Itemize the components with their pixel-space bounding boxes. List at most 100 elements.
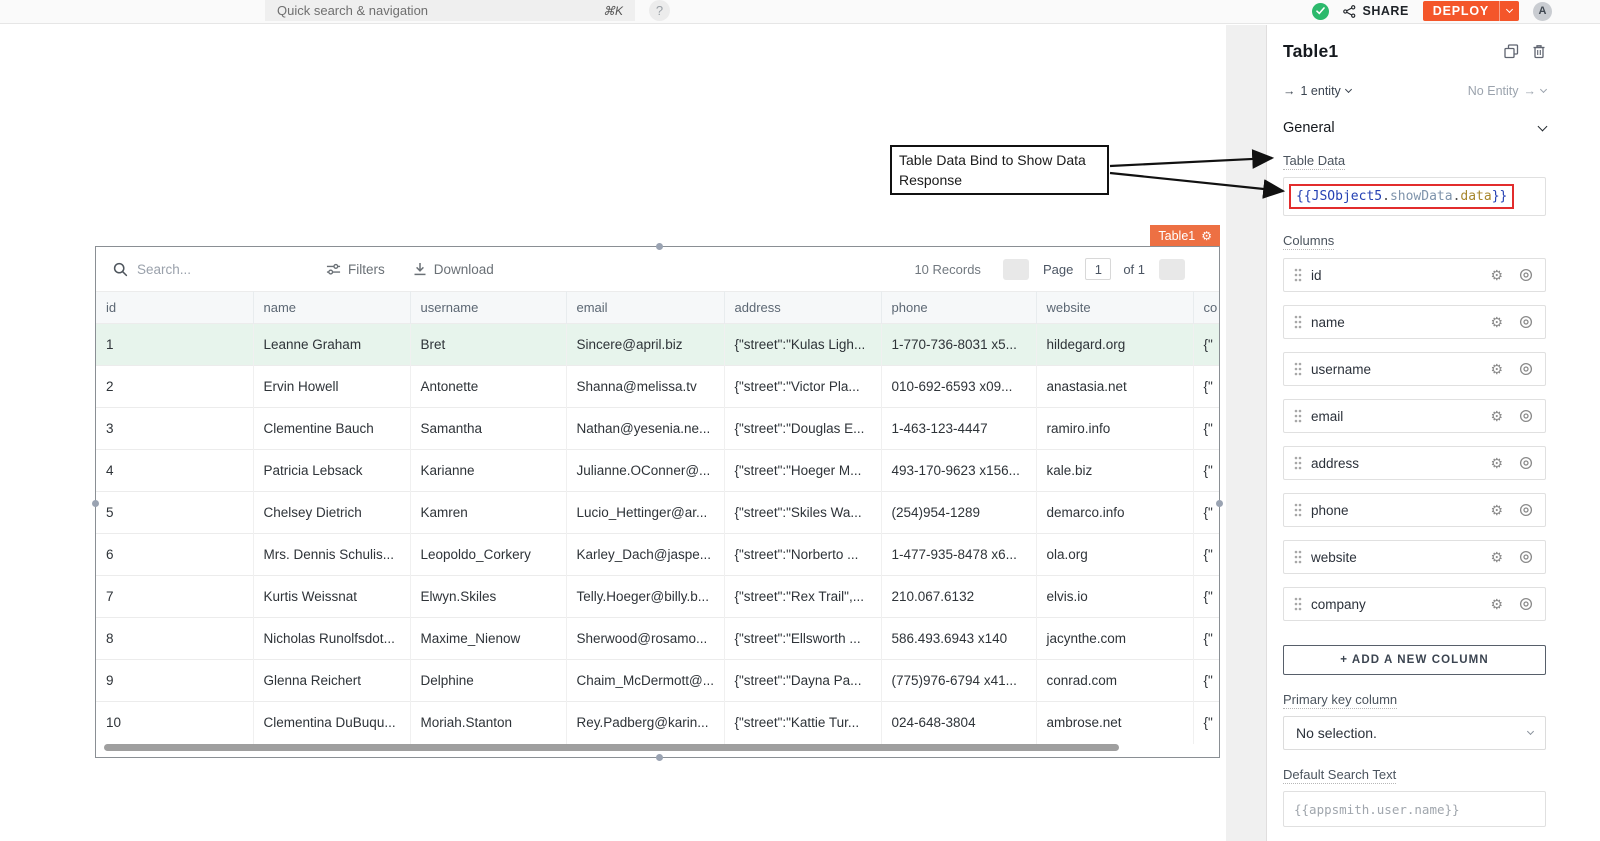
outgoing-entities-dropdown[interactable]: No Entity → — [1468, 84, 1546, 98]
page-number-input[interactable]: 1 — [1085, 258, 1111, 280]
column-header[interactable]: co — [1193, 292, 1219, 324]
widget-settings-icon[interactable]: ⚙ — [1201, 230, 1212, 242]
column-settings-icon[interactable]: ⚙ — [1490, 362, 1503, 376]
column-visibility-icon[interactable] — [1519, 315, 1533, 329]
column-settings-icon[interactable]: ⚙ — [1490, 315, 1503, 329]
table-cell[interactable]: Shanna@melissa.tv — [566, 366, 724, 408]
column-visibility-icon[interactable] — [1519, 362, 1533, 376]
column-header[interactable]: email — [566, 292, 724, 324]
table-cell[interactable]: Glenna Reichert — [253, 660, 410, 702]
column-visibility-icon[interactable] — [1519, 597, 1533, 611]
table-cell[interactable]: Leopoldo_Corkery — [410, 534, 566, 576]
table-cell[interactable]: (254)954-1289 — [881, 492, 1036, 534]
table-cell[interactable]: Kurtis Weissnat — [253, 576, 410, 618]
table-cell[interactable]: 8 — [96, 618, 253, 660]
table-cell[interactable]: {" — [1193, 660, 1219, 702]
table-cell[interactable]: 210.067.6132 — [881, 576, 1036, 618]
panel-column-item[interactable]: website ⚙ — [1283, 540, 1546, 574]
drag-handle-icon[interactable] — [1294, 503, 1302, 517]
table-cell[interactable]: 10 — [96, 702, 253, 744]
table-cell[interactable]: jacynthe.com — [1036, 618, 1193, 660]
column-visibility-icon[interactable] — [1519, 456, 1533, 470]
table-cell[interactable]: Ervin Howell — [253, 366, 410, 408]
table-cell[interactable]: ambrose.net — [1036, 702, 1193, 744]
column-visibility-icon[interactable] — [1519, 550, 1533, 564]
next-page-button[interactable] — [1159, 259, 1185, 280]
table-cell[interactable]: kale.biz — [1036, 450, 1193, 492]
resize-handle-bottom[interactable] — [656, 754, 663, 761]
table-cell[interactable]: {"street":"Dayna Pa... — [724, 660, 881, 702]
table-cell[interactable]: Chelsey Dietrich — [253, 492, 410, 534]
table-row[interactable]: 3Clementine BauchSamanthaNathan@yesenia.… — [96, 408, 1219, 450]
table-cell[interactable]: 1-463-123-4447 — [881, 408, 1036, 450]
table-cell[interactable]: {" — [1193, 702, 1219, 744]
column-visibility-icon[interactable] — [1519, 503, 1533, 517]
copy-widget-icon[interactable] — [1504, 44, 1519, 59]
table-cell[interactable]: Lucio_Hettinger@ar... — [566, 492, 724, 534]
table-cell[interactable]: 010-692-6593 x09... — [881, 366, 1036, 408]
table-cell[interactable]: Sherwood@rosamo... — [566, 618, 724, 660]
table-cell[interactable]: conrad.com — [1036, 660, 1193, 702]
table-cell[interactable]: 9 — [96, 660, 253, 702]
panel-column-item[interactable]: username ⚙ — [1283, 352, 1546, 386]
table-data-input[interactable]: {{JSObject5.showData.data}} — [1283, 177, 1546, 216]
drag-handle-icon[interactable] — [1294, 268, 1302, 282]
default-search-input[interactable]: {{appsmith.user.name}} — [1283, 791, 1546, 827]
help-button[interactable]: ? — [649, 0, 670, 21]
download-button[interactable]: Download — [413, 262, 494, 277]
widget-name-tag[interactable]: Table1 ⚙ — [1150, 225, 1220, 246]
share-button[interactable]: SHARE — [1343, 4, 1409, 18]
column-visibility-icon[interactable] — [1519, 268, 1533, 282]
column-header[interactable]: website — [1036, 292, 1193, 324]
table-cell[interactable]: 1 — [96, 324, 253, 366]
table-row[interactable]: 5Chelsey DietrichKamrenLucio_Hettinger@a… — [96, 492, 1219, 534]
table-row[interactable]: 6Mrs. Dennis Schulis...Leopoldo_CorkeryK… — [96, 534, 1219, 576]
table-cell[interactable]: ramiro.info — [1036, 408, 1193, 450]
drag-handle-icon[interactable] — [1294, 409, 1302, 423]
table-row[interactable]: 2Ervin HowellAntonetteShanna@melissa.tv{… — [96, 366, 1219, 408]
table-cell[interactable]: Nicholas Runolfsdot... — [253, 618, 410, 660]
table-cell[interactable]: Delphine — [410, 660, 566, 702]
table-cell[interactable]: 5 — [96, 492, 253, 534]
table-cell[interactable]: {" — [1193, 408, 1219, 450]
table-row[interactable]: 10Clementina DuBuqu...Moriah.StantonRey.… — [96, 702, 1219, 744]
panel-column-item[interactable]: phone ⚙ — [1283, 493, 1546, 527]
table-cell[interactable]: {"street":"Kulas Ligh... — [724, 324, 881, 366]
table-cell[interactable]: {" — [1193, 366, 1219, 408]
panel-column-item[interactable]: name ⚙ — [1283, 305, 1546, 339]
table-cell[interactable]: {"street":"Ellsworth ... — [724, 618, 881, 660]
table-cell[interactable]: Clementine Bauch — [253, 408, 410, 450]
table-cell[interactable]: Maxime_Nienow — [410, 618, 566, 660]
table-widget[interactable]: Table1 ⚙ Search... Filters — [95, 246, 1220, 758]
table-cell[interactable]: demarco.info — [1036, 492, 1193, 534]
resize-handle-top[interactable] — [656, 243, 663, 250]
table-search-input[interactable]: Search... — [96, 262, 326, 277]
table-cell[interactable]: {" — [1193, 324, 1219, 366]
column-header[interactable]: address — [724, 292, 881, 324]
table-cell[interactable]: 586.493.6943 x140 — [881, 618, 1036, 660]
column-header[interactable]: id — [96, 292, 253, 324]
resize-handle-right[interactable] — [1216, 500, 1223, 507]
table-cell[interactable]: Chaim_McDermott@... — [566, 660, 724, 702]
table-cell[interactable]: Clementina DuBuqu... — [253, 702, 410, 744]
column-header[interactable]: phone — [881, 292, 1036, 324]
resize-handle-left[interactable] — [92, 500, 99, 507]
deploy-dropdown-button[interactable] — [1500, 10, 1519, 12]
panel-column-item[interactable]: address ⚙ — [1283, 446, 1546, 480]
drag-handle-icon[interactable] — [1294, 550, 1302, 564]
quick-search-input[interactable]: Quick search & navigation ⌘K — [265, 0, 635, 21]
table-row[interactable]: 4Patricia LebsackKarianneJulianne.OConne… — [96, 450, 1219, 492]
table-cell[interactable]: 024-648-3804 — [881, 702, 1036, 744]
column-settings-icon[interactable]: ⚙ — [1490, 268, 1503, 282]
table-cell[interactable]: {"street":"Rex Trail",... — [724, 576, 881, 618]
table-row[interactable]: 9Glenna ReichertDelphineChaim_McDermott@… — [96, 660, 1219, 702]
table-cell[interactable]: 4 — [96, 450, 253, 492]
add-new-column-button[interactable]: + ADD A NEW COLUMN — [1283, 645, 1546, 675]
table-cell[interactable]: 493-170-9623 x156... — [881, 450, 1036, 492]
table-cell[interactable]: {"street":"Kattie Tur... — [724, 702, 881, 744]
table-cell[interactable]: Sincere@april.biz — [566, 324, 724, 366]
table-cell[interactable]: {"street":"Douglas E... — [724, 408, 881, 450]
table-cell[interactable]: 1-477-935-8478 x6... — [881, 534, 1036, 576]
drag-handle-icon[interactable] — [1294, 315, 1302, 329]
table-row[interactable]: 1Leanne GrahamBretSincere@april.biz{"str… — [96, 324, 1219, 366]
